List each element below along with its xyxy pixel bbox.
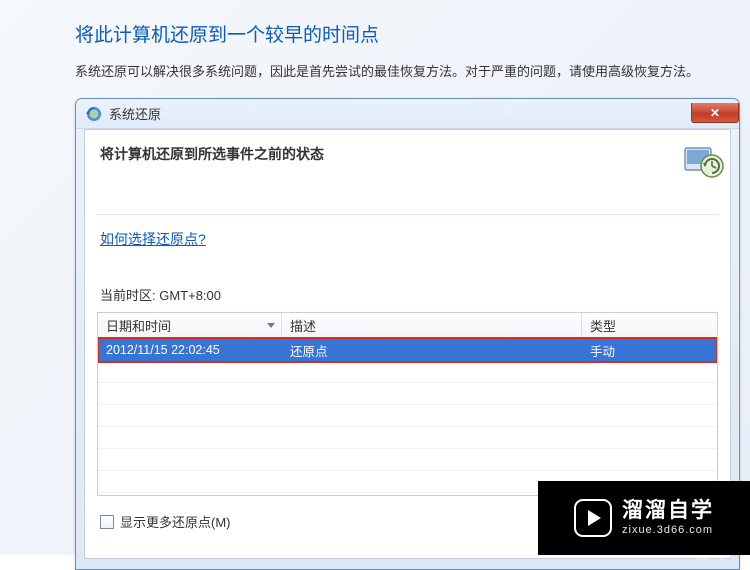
window-title: 系统还原: [109, 104, 161, 123]
section-title: 将计算机还原到所选事件之前的状态: [100, 144, 718, 164]
restore-icon: [681, 140, 725, 184]
page-description: 系统还原可以解决很多系统问题，因此是首先尝试的最佳恢复方法。对于严重的问题，请使…: [75, 61, 750, 80]
cell-datetime: 2012/11/15 22:02:45: [98, 339, 282, 361]
show-more-label: 显示更多还原点(M): [120, 512, 231, 531]
close-button[interactable]: ✕: [691, 103, 739, 123]
brand-overlay[interactable]: 溜溜自学 zixue.3d66.com: [538, 481, 750, 555]
sort-desc-icon: [267, 323, 275, 328]
restore-points-table: 日期和时间 描述 类型 2012/11/15 22:02:45 还原点 手动: [97, 312, 718, 496]
table-row[interactable]: 2012/11/15 22:02:45 还原点 手动: [98, 339, 717, 361]
page-heading: 将此计算机还原到一个较早的时间点: [75, 20, 750, 47]
app-icon: [86, 106, 102, 122]
table-header: 日期和时间 描述 类型: [98, 313, 717, 339]
play-icon: [574, 499, 612, 537]
close-icon: ✕: [710, 106, 720, 120]
column-header-datetime[interactable]: 日期和时间: [98, 313, 282, 338]
checkbox[interactable]: [100, 515, 114, 529]
help-link[interactable]: 如何选择还原点?: [100, 231, 206, 247]
brand-url: zixue.3d66.com: [622, 524, 714, 538]
column-header-description[interactable]: 描述: [282, 313, 582, 338]
cell-type: 手动: [582, 339, 717, 361]
window-titlebar: 系统还原 ✕: [76, 99, 739, 129]
cell-description: 还原点: [282, 339, 582, 361]
timezone-label: 当前时区: GMT+8:00: [100, 285, 718, 304]
empty-grid: [98, 361, 717, 495]
column-header-type[interactable]: 类型: [582, 313, 717, 338]
brand-name: 溜溜自学: [622, 498, 714, 524]
